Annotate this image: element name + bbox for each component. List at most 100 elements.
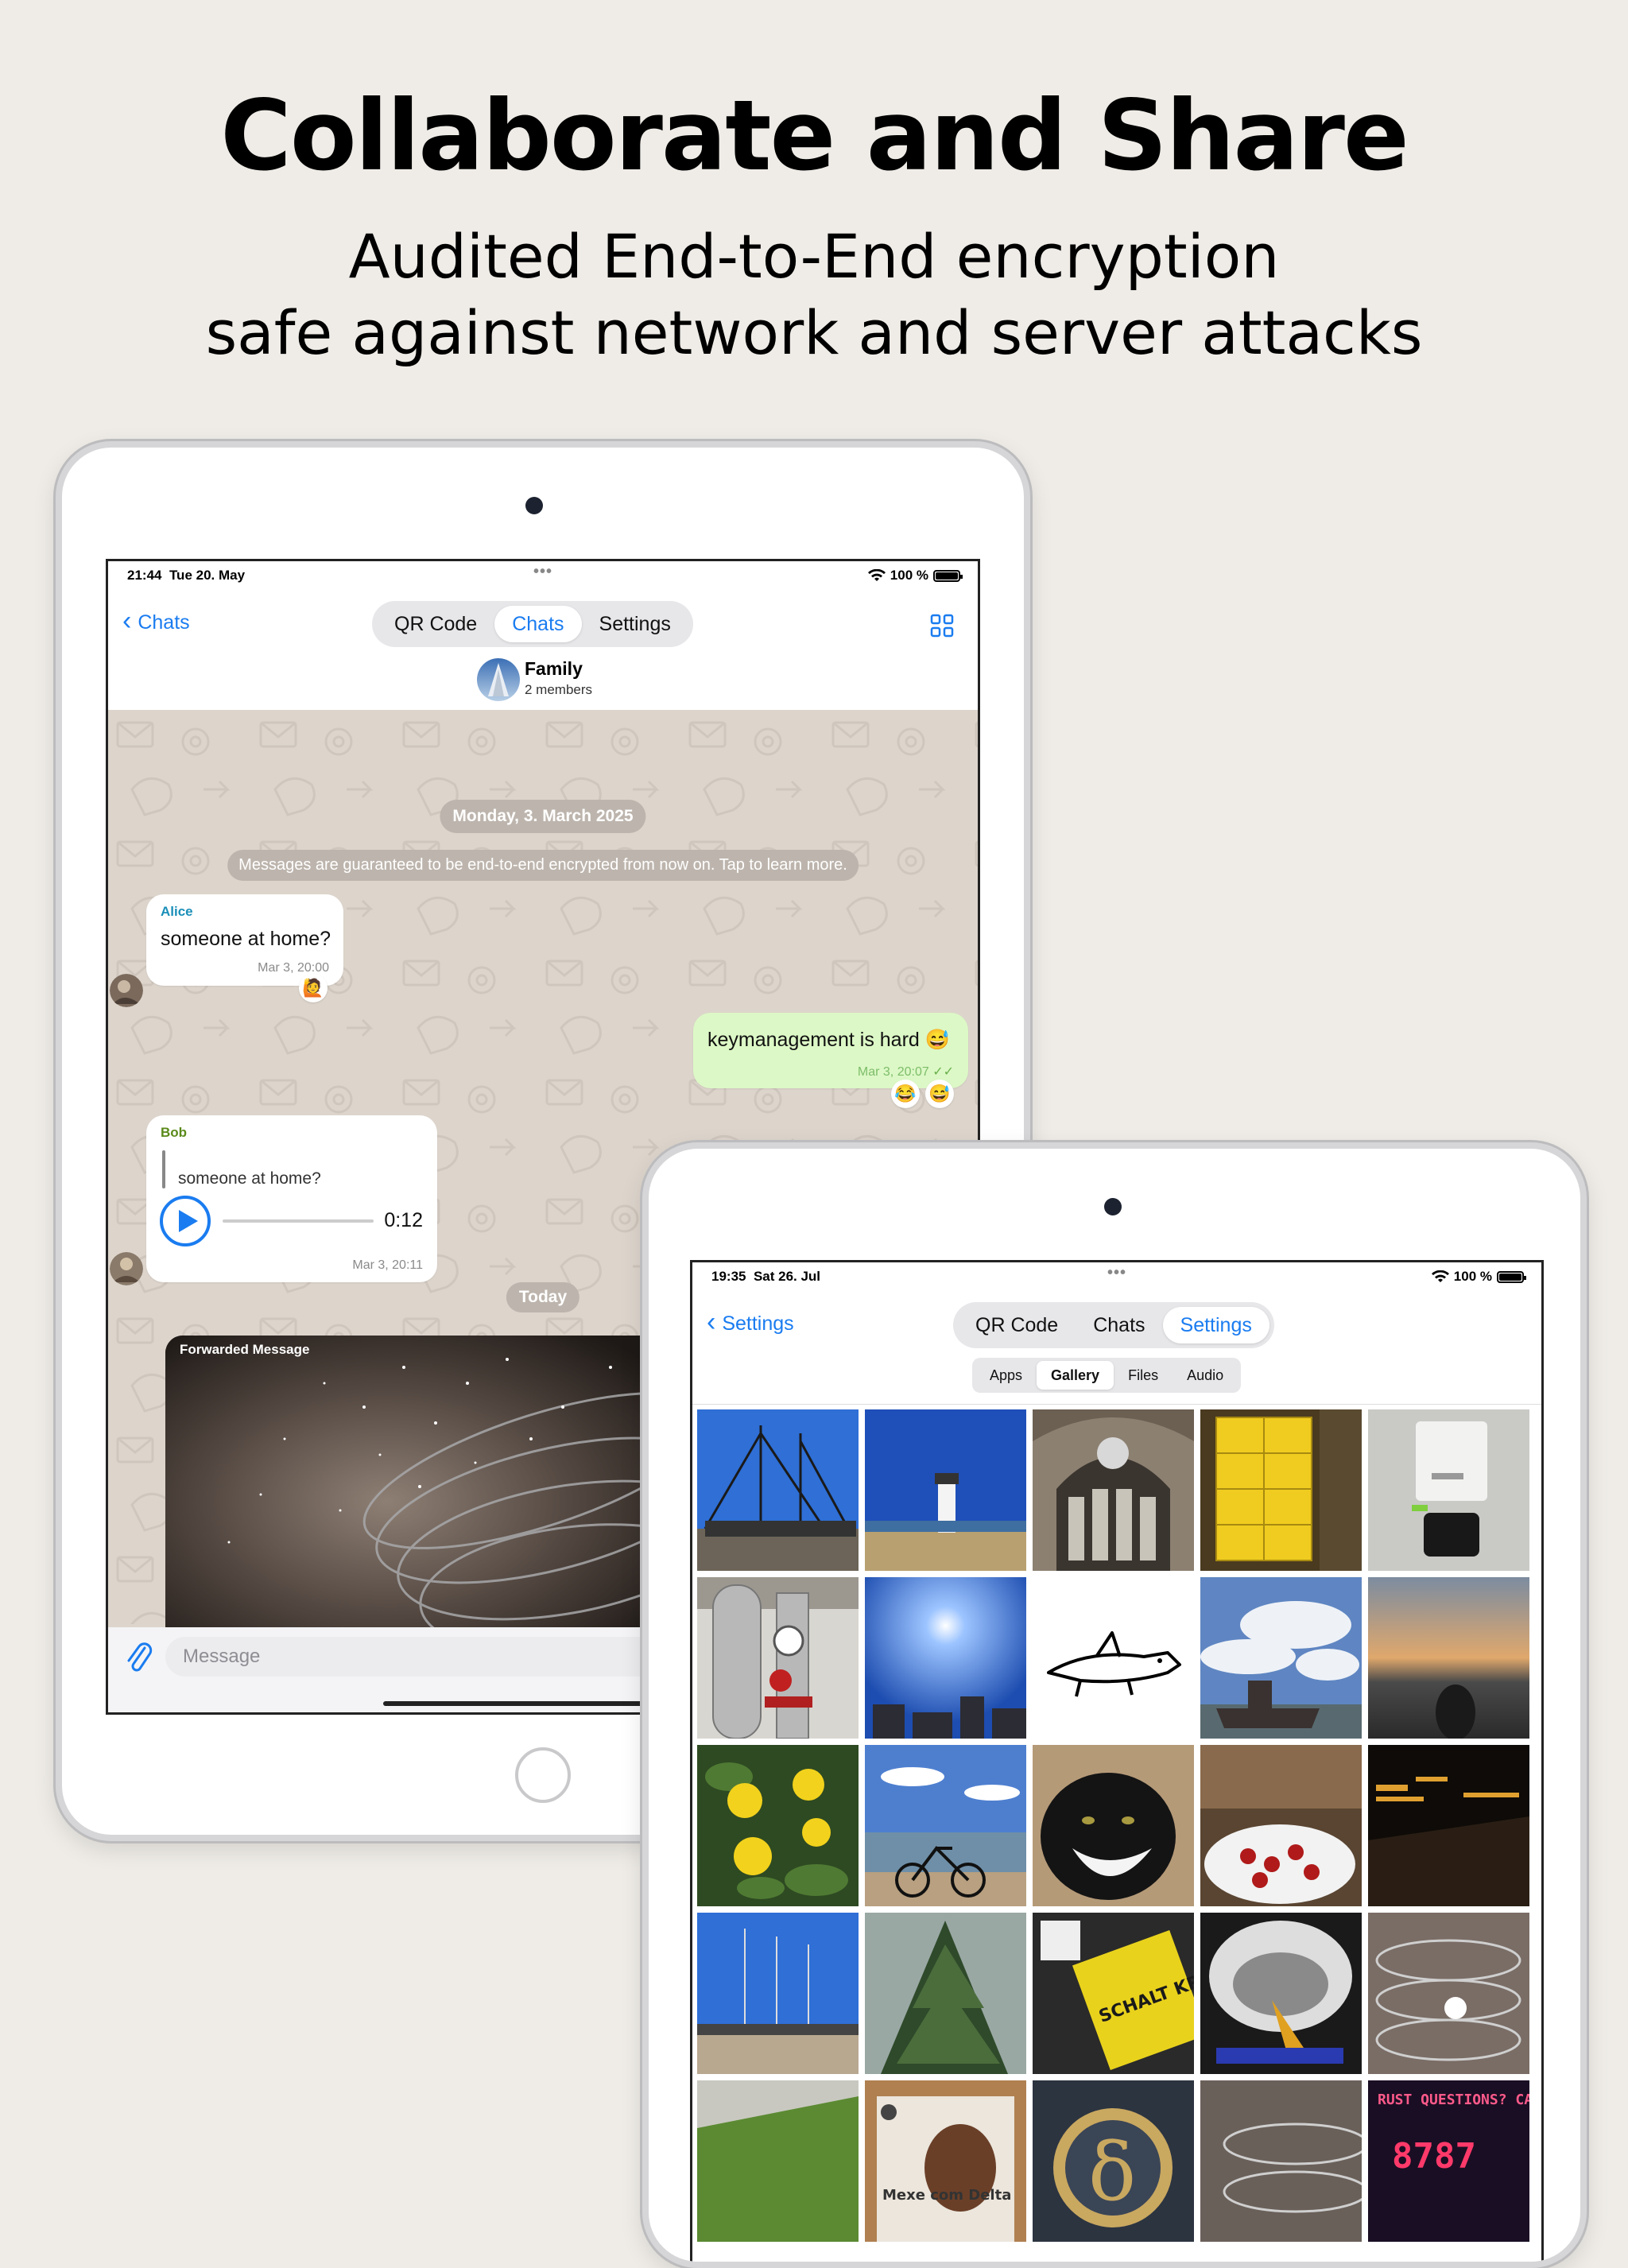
photo-tile[interactable] xyxy=(697,1913,859,2074)
message-time: Mar 3, 20:00 xyxy=(258,961,329,975)
divider xyxy=(692,1404,1541,1405)
back-button[interactable]: ‹ Settings xyxy=(707,1308,794,1336)
chevron-left-icon: ‹ xyxy=(707,1307,716,1337)
audio-progress-track[interactable] xyxy=(223,1219,374,1223)
photo-tile[interactable]: δ xyxy=(1033,2080,1194,2242)
tab-settings[interactable]: Settings xyxy=(582,606,688,642)
photo-tile[interactable] xyxy=(1033,1409,1194,1571)
double-check-icon: ✓✓ xyxy=(932,1065,954,1079)
status-time: 19:35 Sat 26. Jul xyxy=(711,1269,821,1284)
status-time: 21:44 Tue 20. May xyxy=(127,568,246,583)
chat-header[interactable]: Family 2 members xyxy=(477,655,715,703)
tab-qr-code[interactable]: QR Code xyxy=(377,606,494,642)
photo-tile[interactable] xyxy=(697,1745,859,1906)
photo-tile[interactable] xyxy=(1200,1913,1362,2074)
photo-tile[interactable] xyxy=(697,1409,859,1571)
battery-percent: 100 % xyxy=(1453,1269,1492,1284)
led-sign-text: RUST QUESTIONS? CALL 8787 WE HAVE xyxy=(1378,2092,1529,2108)
photo-tile[interactable] xyxy=(1200,1745,1362,1906)
paperclip-icon[interactable] xyxy=(126,1640,153,1675)
group-avatar xyxy=(477,658,520,701)
photo-tile[interactable] xyxy=(1368,1913,1529,2074)
poster-text: Mexe com Delta xyxy=(882,2187,1011,2204)
photo-tile[interactable] xyxy=(1200,1577,1362,1739)
photo-tile[interactable]: SCHALT KREIS xyxy=(1033,1913,1194,2074)
sender-name: Bob xyxy=(161,1125,188,1140)
tab-chats[interactable]: Chats xyxy=(494,606,582,642)
message-text: someone at home? xyxy=(161,928,331,950)
chevron-left-icon: ‹ xyxy=(122,606,132,636)
ipad-gallery-device: 19:35 Sat 26. Jul ••• 100 % ‹ Settings QR… xyxy=(642,1142,1587,2268)
message-time: Mar 3, 20:07 ✓✓ xyxy=(857,1065,954,1079)
photo-tile[interactable] xyxy=(1200,1409,1362,1571)
gallery-screen: 19:35 Sat 26. Jul ••• 100 % ‹ Settings QR… xyxy=(690,1260,1544,2262)
status-right: 100 % xyxy=(867,568,963,583)
top-segmented-control: QR Code Chats Settings xyxy=(953,1302,1274,1348)
tab-audio[interactable]: Audio xyxy=(1173,1361,1238,1390)
sender-name: Alice xyxy=(161,904,193,919)
forwarded-label: Forwarded Message xyxy=(180,1342,310,1357)
photo-tile[interactable] xyxy=(865,1745,1026,1906)
reaction-badge-2[interactable]: 😅 xyxy=(925,1080,954,1108)
tab-settings[interactable]: Settings xyxy=(1162,1307,1269,1343)
multitask-dots[interactable]: ••• xyxy=(533,563,552,581)
battery-percent: 100 % xyxy=(890,568,928,583)
tab-qr-code[interactable]: QR Code xyxy=(958,1307,1076,1343)
reaction-badge[interactable]: 🙋 xyxy=(299,974,328,1002)
tab-gallery[interactable]: Gallery xyxy=(1037,1361,1114,1390)
front-camera xyxy=(1104,1198,1122,1215)
quote-bar xyxy=(162,1150,165,1188)
status-bar: 19:35 Sat 26. Jul ••• 100 % xyxy=(692,1262,1541,1286)
forwarded-photo xyxy=(165,1336,658,1627)
alice-avatar xyxy=(110,974,143,1007)
home-button[interactable] xyxy=(515,1747,571,1803)
photo-tile[interactable] xyxy=(1368,1577,1529,1739)
photo-tile[interactable] xyxy=(865,1913,1026,2074)
photo-tile[interactable] xyxy=(697,2080,859,2242)
photo-tile[interactable]: Mexe com Delta xyxy=(865,2080,1026,2242)
back-button[interactable]: ‹ Chats xyxy=(122,607,190,634)
photo-tile[interactable] xyxy=(1368,1745,1529,1906)
play-button-icon[interactable] xyxy=(159,1195,211,1247)
message-bubble-outgoing[interactable]: keymanagement is hard 😅 Mar 3, 20:07 ✓✓ xyxy=(693,1013,968,1088)
wifi-icon xyxy=(867,569,886,581)
date-pill: Monday, 3. March 2025 xyxy=(440,800,646,833)
status-bar: 21:44 Tue 20. May ••• 100 % xyxy=(108,561,978,585)
photo-tile[interactable] xyxy=(865,1409,1026,1571)
chat-subtitle: 2 members xyxy=(525,682,593,697)
photo-tile[interactable] xyxy=(1033,1577,1194,1739)
battery-icon xyxy=(1497,1270,1526,1283)
multitask-dots[interactable]: ••• xyxy=(1107,1264,1126,1282)
tab-files[interactable]: Files xyxy=(1114,1361,1173,1390)
tab-apps[interactable]: Apps xyxy=(975,1361,1037,1390)
chat-title: Family xyxy=(525,658,583,679)
subline-1: Audited End-to-End encryption xyxy=(348,221,1280,292)
status-right: 100 % xyxy=(1431,1269,1526,1285)
photo-tile[interactable] xyxy=(697,1577,859,1739)
quoted-text: someone at home? xyxy=(178,1169,321,1188)
message-bubble-alice[interactable]: Alice someone at home? Mar 3, 20:00 xyxy=(146,894,343,986)
message-bubble-bob-voice[interactable]: Bob someone at home? 0:12 Mar 3, 20:11 xyxy=(146,1115,437,1282)
led-sign-number: 8787 xyxy=(1392,2136,1476,2177)
media-type-control: Apps Gallery Files Audio xyxy=(972,1358,1242,1393)
photo-tile[interactable] xyxy=(1200,2080,1362,2242)
reaction-badge-1[interactable]: 😂 xyxy=(891,1080,920,1108)
forwarded-image-message[interactable]: Forwarded Message xyxy=(165,1336,658,1627)
delta-logo: δ xyxy=(1088,2126,1136,2219)
photo-tile[interactable] xyxy=(1368,1409,1529,1571)
photo-tile[interactable] xyxy=(1033,1745,1194,1906)
grid-view-icon[interactable] xyxy=(930,614,954,638)
battery-icon xyxy=(933,569,963,582)
today-pill: Today xyxy=(506,1282,580,1312)
tab-chats[interactable]: Chats xyxy=(1076,1307,1162,1343)
top-segmented-control: QR Code Chats Settings xyxy=(372,601,693,647)
photo-tile[interactable] xyxy=(865,1577,1026,1739)
subline-2: safe against network and server attacks xyxy=(205,297,1423,368)
audio-duration: 0:12 xyxy=(384,1209,423,1231)
nav-bar: ‹ Chats QR Code Chats Settings xyxy=(108,593,978,649)
photo-tile[interactable]: RUST QUESTIONS? CALL 8787 WE HAVE 8787 xyxy=(1368,2080,1529,2242)
wifi-icon xyxy=(1431,1270,1449,1282)
front-camera xyxy=(525,497,543,514)
bob-avatar xyxy=(110,1252,143,1285)
e2e-notice[interactable]: Messages are guaranteed to be end-to-end… xyxy=(227,850,859,881)
